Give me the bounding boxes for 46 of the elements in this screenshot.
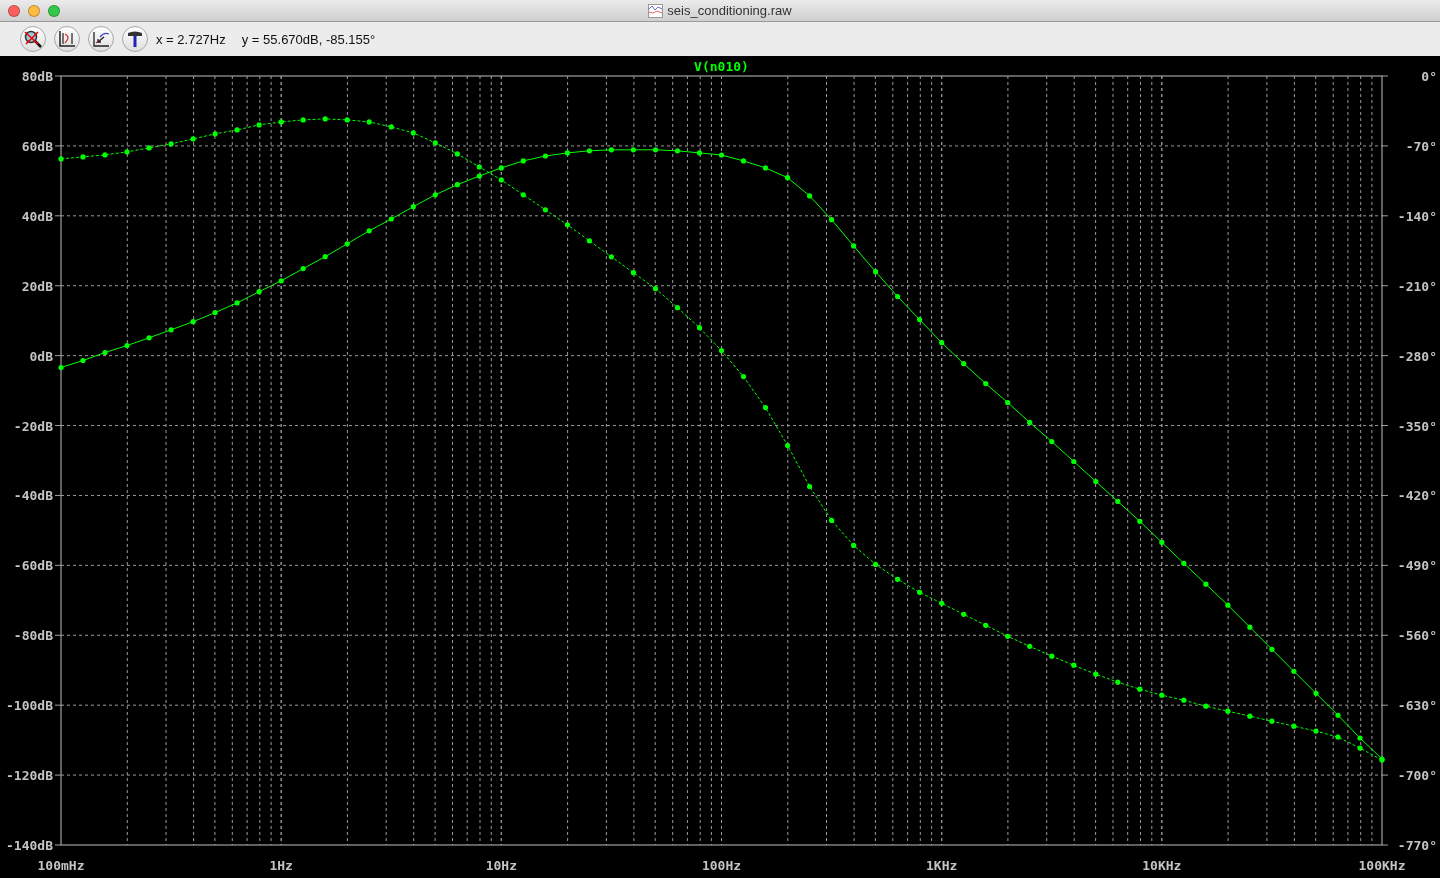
phase-axis-label: -420° bbox=[1397, 488, 1437, 504]
x-axis-label: 10KHz bbox=[1142, 858, 1182, 873]
x-axis-label: 1KHz bbox=[926, 858, 958, 873]
y-axis-label: 40dB bbox=[21, 208, 53, 224]
phase-axis-label: -700° bbox=[1397, 768, 1437, 784]
phase-axis-label: -280° bbox=[1397, 348, 1437, 364]
cursor-x-readout: x = 2.727Hz bbox=[156, 31, 226, 47]
x-axis-label: 100mHz bbox=[37, 858, 85, 873]
axes-bracket-icon bbox=[57, 29, 77, 49]
x-axis-label: 1Hz bbox=[269, 858, 293, 873]
hammer-icon bbox=[125, 29, 145, 49]
phase-axis-label: -70° bbox=[1405, 138, 1437, 154]
x-axis-label: 100Hz bbox=[701, 858, 742, 873]
close-button[interactable] bbox=[8, 4, 20, 17]
phase-axis-label: -770° bbox=[1397, 838, 1437, 853]
plot-arrow-icon bbox=[91, 29, 111, 49]
autorange-button[interactable] bbox=[54, 26, 80, 52]
pan-button[interactable] bbox=[88, 26, 114, 52]
phase-axis-label: -350° bbox=[1397, 418, 1437, 434]
phase-axis-label: -210° bbox=[1397, 278, 1437, 294]
zoom-button[interactable] bbox=[48, 4, 60, 17]
y-axis-label: 80dB bbox=[21, 69, 53, 84]
y-axis-label: -120dB bbox=[6, 768, 53, 784]
y-axis-label: -20dB bbox=[13, 418, 53, 434]
window-title: seis_conditioning.raw bbox=[667, 3, 792, 18]
crossed-magnifier-icon bbox=[23, 29, 43, 49]
x-axis-label: 10Hz bbox=[485, 858, 517, 873]
y-axis-label: -80dB bbox=[13, 628, 53, 644]
phase-axis-label: 0° bbox=[1421, 69, 1437, 84]
y-axis-label: -60dB bbox=[13, 558, 53, 574]
cursor-y-readout: y = 55.670dB, -85.155° bbox=[241, 31, 376, 47]
y-axis-label: 60dB bbox=[21, 138, 53, 154]
y-axis-label: -100dB bbox=[6, 698, 53, 714]
phase-axis-label: -630° bbox=[1397, 698, 1437, 714]
x-axis-label: 100KHz bbox=[1358, 858, 1406, 873]
y-axis-label: 0dB bbox=[29, 348, 53, 364]
y-axis-label: -140dB bbox=[6, 838, 53, 853]
phase-axis-label: -560° bbox=[1397, 628, 1437, 644]
phase-axis-label: -490° bbox=[1397, 558, 1437, 574]
magnifier-button[interactable] bbox=[20, 26, 46, 52]
hammer-button[interactable] bbox=[122, 26, 148, 52]
y-axis-label: -40dB bbox=[13, 488, 53, 504]
trace-name: V(n010) bbox=[694, 59, 749, 74]
y-axis-label: 20dB bbox=[21, 278, 53, 294]
waveform-document-icon bbox=[648, 3, 664, 18]
phase-axis-label: -140° bbox=[1397, 208, 1437, 224]
